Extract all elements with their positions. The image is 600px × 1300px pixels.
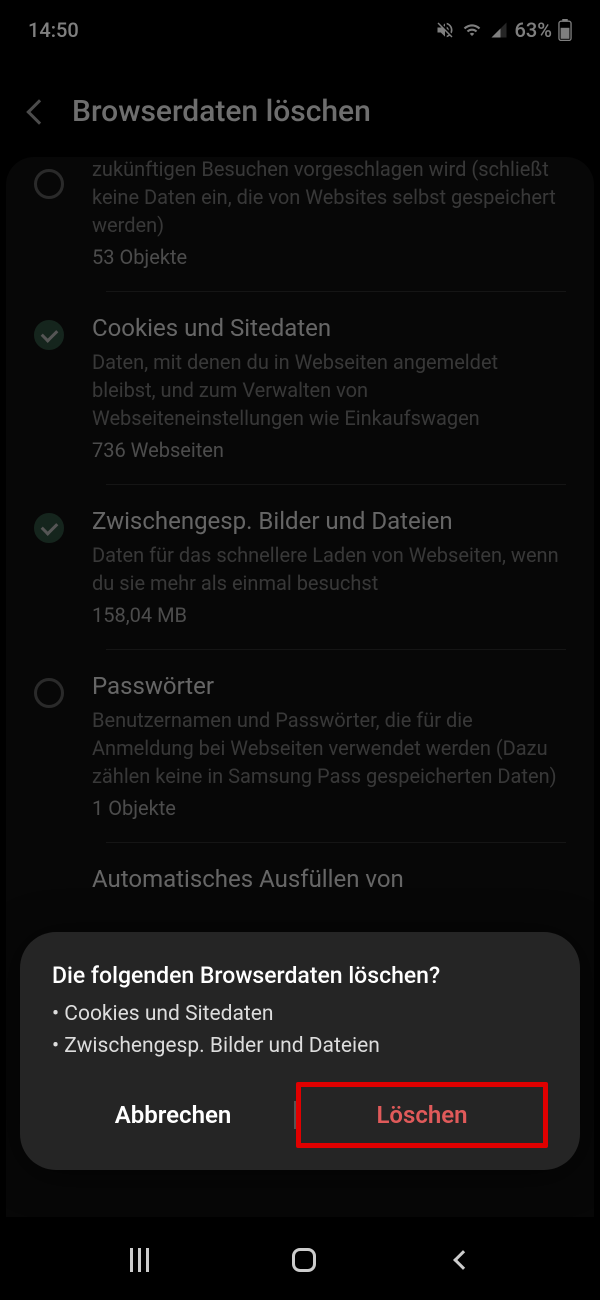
delete-button[interactable]: Löschen bbox=[296, 1082, 548, 1148]
list-item-cache[interactable]: Zwischengesp. Bilder und Dateien Daten f… bbox=[6, 485, 594, 649]
page-header: Browserdaten löschen bbox=[0, 54, 600, 157]
status-icons: 63% bbox=[435, 18, 572, 42]
dialog-bullet: • Cookies und Sitedaten bbox=[52, 999, 548, 1031]
item-title: Cookies und Sitedaten bbox=[92, 314, 566, 342]
list-item-autofill[interactable]: Automatisches Ausfüllen von bbox=[6, 843, 594, 921]
dialog-bullet: • Zwischengesp. Bilder und Dateien bbox=[52, 1031, 548, 1063]
item-description: Daten für das schnellere Laden von Webse… bbox=[92, 541, 566, 597]
dialog-title: Die folgenden Browserdaten löschen? bbox=[52, 962, 548, 989]
battery-text: 63% bbox=[515, 18, 552, 42]
status-time: 14:50 bbox=[28, 18, 79, 42]
checkbox-checked[interactable] bbox=[34, 320, 64, 350]
list-item-passwords[interactable]: Passwörter Benutzernamen und Passwörter,… bbox=[6, 650, 594, 842]
item-count: 53 Objekte bbox=[92, 245, 566, 269]
item-description: Daten, mit denen du in Webseiten angemel… bbox=[92, 348, 566, 432]
checkbox-unchecked[interactable] bbox=[34, 169, 64, 199]
item-count: 1 Objekte bbox=[92, 796, 566, 820]
list-item-history[interactable]: zukünftigen Besuchen vorgeschlagen wird … bbox=[6, 163, 594, 291]
battery-icon bbox=[558, 19, 572, 41]
confirm-dialog: Die folgenden Browserdaten löschen? • Co… bbox=[20, 932, 580, 1170]
mute-icon bbox=[435, 20, 455, 40]
list-item-cookies[interactable]: Cookies und Sitedaten Daten, mit denen d… bbox=[6, 292, 594, 484]
wifi-icon bbox=[461, 21, 483, 39]
item-title: Zwischengesp. Bilder und Dateien bbox=[92, 507, 566, 535]
item-title: Passwörter bbox=[92, 672, 566, 700]
signal-icon bbox=[489, 21, 509, 39]
item-description: Benutzernamen und Passwörter, die für di… bbox=[92, 706, 566, 790]
checkbox-checked[interactable] bbox=[34, 513, 64, 543]
cancel-button[interactable]: Abbrechen bbox=[52, 1087, 294, 1143]
item-count: 158,04 MB bbox=[92, 603, 566, 627]
system-nav-bar bbox=[0, 1220, 600, 1300]
back-icon[interactable] bbox=[26, 99, 51, 124]
item-count: 736 Webseiten bbox=[92, 438, 566, 462]
nav-recents-icon[interactable] bbox=[130, 1248, 152, 1272]
item-title: Automatisches Ausfüllen von bbox=[92, 865, 566, 893]
item-description: zukünftigen Besuchen vorgeschlagen wird … bbox=[92, 157, 566, 239]
page-title: Browserdaten löschen bbox=[72, 94, 371, 129]
status-bar: 14:50 63% bbox=[0, 0, 600, 54]
nav-home-icon[interactable] bbox=[292, 1248, 316, 1272]
checkbox-unchecked[interactable] bbox=[34, 678, 64, 708]
nav-back-icon[interactable] bbox=[453, 1250, 473, 1270]
